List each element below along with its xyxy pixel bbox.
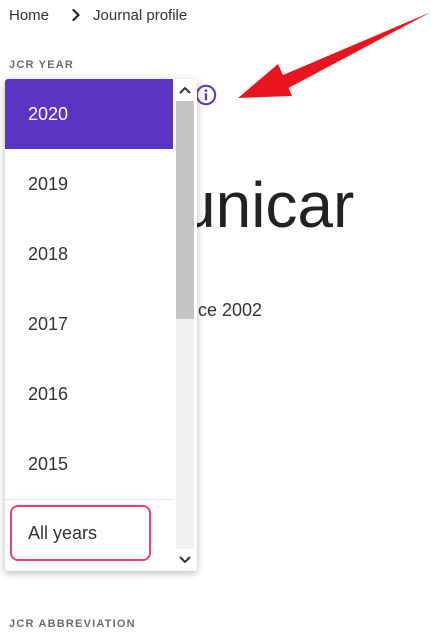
year-option-2015[interactable]: 2015 xyxy=(5,429,173,499)
scrollbar-thumb[interactable] xyxy=(176,101,194,319)
breadcrumb: Home Journal profile xyxy=(9,4,187,26)
info-circle-icon[interactable] xyxy=(195,84,217,106)
all-years-option[interactable]: All years xyxy=(10,505,151,561)
journal-title: unicar xyxy=(180,169,355,241)
year-option-2019[interactable]: 2019 xyxy=(5,149,173,219)
jcr-year-label: JCR YEAR xyxy=(9,59,75,71)
chevron-down-icon[interactable] xyxy=(173,549,197,571)
red-arrow-annotation xyxy=(238,12,431,98)
year-option-2016[interactable]: 2016 xyxy=(5,359,173,429)
chevron-right-icon xyxy=(67,6,85,24)
year-option-2017[interactable]: 2017 xyxy=(5,289,173,359)
breadcrumb-journal-profile: Journal profile xyxy=(93,6,188,24)
jcr-year-dropdown[interactable]: 2020 2019 2018 2017 2016 2015 All years xyxy=(5,79,197,571)
scrollbar-track[interactable] xyxy=(176,101,194,549)
chevron-up-icon[interactable] xyxy=(173,79,197,101)
option-divider xyxy=(5,499,173,500)
year-option-2020[interactable]: 2020 xyxy=(5,79,173,149)
dropdown-scrollbar[interactable] xyxy=(173,79,197,571)
breadcrumb-home-link[interactable]: Home xyxy=(9,7,49,24)
year-option-2018[interactable]: 2018 xyxy=(5,219,173,289)
jcr-abbreviation-label: JCR ABBREVIATION xyxy=(9,618,136,630)
